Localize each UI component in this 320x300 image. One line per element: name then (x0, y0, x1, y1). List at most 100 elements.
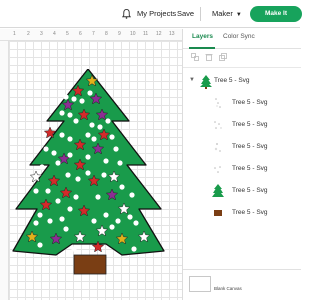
white-dot-ornament (129, 192, 135, 198)
christmas-tree-design[interactable] (6, 69, 171, 289)
white-dot-ornament (109, 224, 115, 230)
tab-color-sync[interactable]: Color Sync (223, 33, 255, 40)
ruler-tick: 8 (105, 31, 108, 37)
white-dot-ornament (97, 124, 103, 130)
white-dot-ornament (113, 146, 119, 152)
machine-label: Maker (212, 9, 233, 18)
white-dot-ornament (91, 136, 97, 142)
ruler-tick: 9 (118, 31, 121, 37)
layer-row[interactable]: Tree 5 - Svg (183, 137, 301, 157)
white-dot-ornament (37, 242, 43, 248)
group-icon[interactable] (191, 53, 199, 61)
machine-dropdown[interactable]: Maker ▼ (212, 9, 242, 18)
layer-row[interactable]: Tree 5 - Svg (183, 159, 301, 179)
white-dot-ornament (65, 172, 71, 178)
green-tree-icon (212, 184, 224, 197)
divider (183, 67, 301, 68)
duplicate-icon[interactable] (219, 53, 227, 61)
ruler-tick: 1 (13, 31, 16, 37)
white-dot-ornament (91, 218, 97, 224)
white-dots-icon (214, 166, 221, 173)
panel-tabs: Layers Color Sync (183, 29, 301, 49)
layer-label: Tree 5 - Svg (232, 143, 268, 150)
tree-body[interactable] (12, 69, 165, 256)
white-dot-ornament (119, 184, 125, 190)
white-dot-ornament (63, 94, 69, 100)
white-dot-ornament (63, 226, 69, 232)
blank-canvas-label: Blank Canvas (214, 286, 242, 291)
layer-label: Tree 5 - Svg (232, 165, 268, 172)
ruler-tick: 3 (40, 31, 43, 37)
white-dot-ornament (47, 218, 53, 224)
ruler-tick: 12 (156, 31, 162, 37)
white-dots-icon (215, 98, 221, 108)
white-dot-ornament (85, 132, 91, 138)
white-dot-ornament (55, 198, 61, 204)
white-dot-ornament (75, 176, 81, 182)
design-canvas[interactable]: 1 2 3 4 5 6 7 8 9 10 11 12 13 (0, 29, 182, 300)
white-dot-ornament (67, 112, 73, 118)
layer-label: Tree 5 - Svg (232, 187, 268, 194)
white-dot-ornament (101, 172, 107, 178)
tree-thumbnail-icon (200, 75, 212, 89)
white-dot-ornament (103, 158, 109, 164)
divider (200, 7, 201, 21)
white-dot-ornament (85, 154, 91, 160)
white-stars-icon (214, 143, 221, 152)
white-dot-ornament (127, 214, 133, 220)
ruler-tick: 13 (169, 31, 175, 37)
layer-row[interactable]: Tree 5 - Svg (183, 203, 301, 223)
white-dot-ornament (33, 220, 39, 226)
white-dot-ornament (87, 90, 93, 96)
white-dot-ornament (73, 194, 79, 200)
white-dot-ornament (95, 194, 101, 200)
white-dot-ornament (43, 146, 49, 152)
ruler-tick: 4 (53, 31, 56, 37)
white-dot-ornament (51, 150, 57, 156)
chevron-down-icon: ▼ (235, 12, 242, 18)
layer-row[interactable]: Tree 5 - Svg (183, 93, 301, 113)
white-dot-ornament (59, 110, 65, 116)
ruler-tick: 5 (66, 31, 69, 37)
ruler-tick: 10 (130, 31, 136, 37)
tree-trunk[interactable] (73, 254, 107, 275)
ruler-tick: 2 (27, 31, 30, 37)
layer-row[interactable]: Tree 5 - Svg (183, 115, 301, 135)
white-dot-ornament (67, 206, 73, 212)
white-dot-ornament (37, 212, 43, 218)
save-link[interactable]: Save (177, 9, 194, 18)
white-dot-ornament (105, 118, 111, 124)
layer-group-row[interactable]: ▼ Tree 5 - Svg (183, 73, 301, 91)
layer-tools (191, 53, 291, 63)
white-dot-ornament (55, 160, 61, 166)
top-ruler: 1 2 3 4 5 6 7 8 9 10 11 12 13 (0, 29, 182, 41)
canvas-settings-bar: Blank Canvas (183, 269, 301, 300)
make-it-button[interactable]: Make It (250, 6, 302, 22)
white-dot-ornament (109, 134, 115, 140)
white-dot-ornament (131, 246, 137, 252)
layer-label: Tree 5 - Svg (232, 121, 268, 128)
white-dot-ornament (115, 218, 121, 224)
layer-label: Tree 5 - Svg (232, 209, 268, 216)
white-dot-ornament (67, 136, 73, 142)
white-dot-ornament (117, 160, 123, 166)
tab-layers[interactable]: Layers (192, 33, 213, 40)
white-dot-ornament (133, 220, 139, 226)
white-dot-ornament (103, 212, 109, 218)
white-dot-ornament (67, 152, 73, 158)
layer-label: Tree 5 - Svg (232, 99, 268, 106)
bell-icon[interactable] (121, 8, 132, 20)
delete-icon[interactable] (205, 53, 213, 61)
white-dot-ornament (85, 170, 91, 176)
chevron-down-icon[interactable]: ▼ (189, 77, 195, 83)
ruler-tick: 11 (143, 31, 149, 37)
my-projects-link[interactable]: My Projects (137, 9, 176, 18)
ruler-tick: 6 (79, 31, 82, 37)
white-dot-ornament (71, 96, 77, 102)
white-dot-ornament (89, 122, 95, 128)
white-dot-ornament (71, 246, 77, 252)
blank-canvas-swatch[interactable] (189, 276, 211, 292)
layer-row[interactable]: Tree 5 - Svg (183, 181, 301, 201)
white-dot-ornament (59, 132, 65, 138)
layer-group-label: Tree 5 - Svg (214, 77, 250, 84)
